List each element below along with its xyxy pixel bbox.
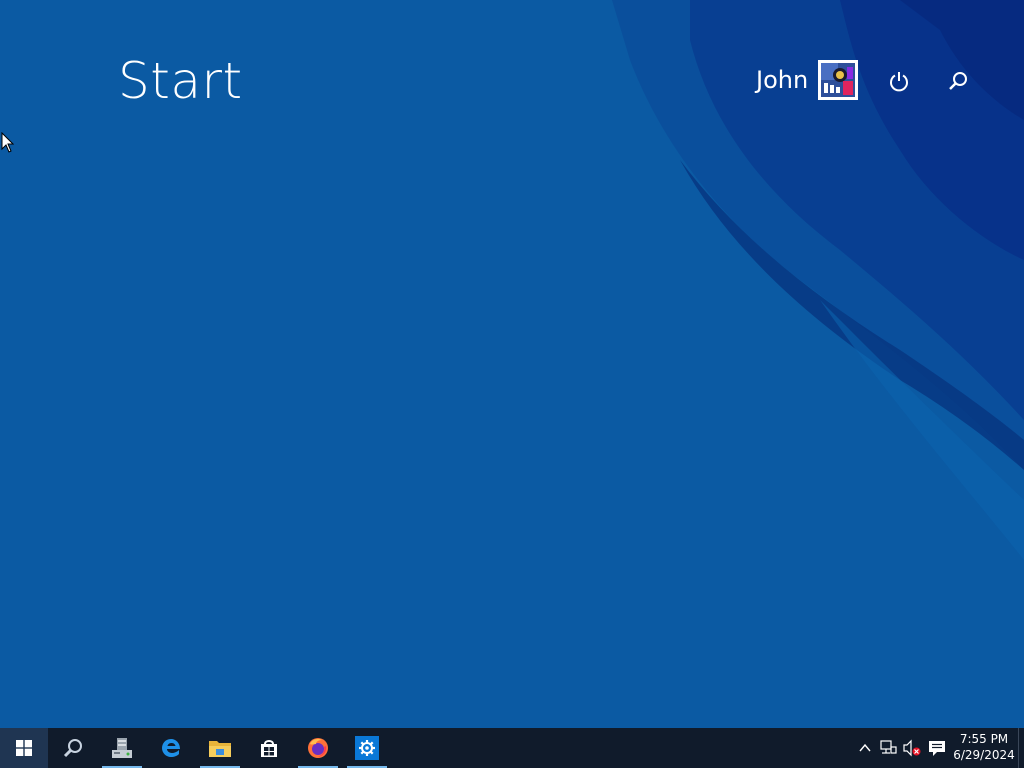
- search-icon: [63, 739, 82, 758]
- firefox-icon: [308, 738, 328, 758]
- desktop-screen: Start John 7:55 PM 6/29/2024: [0, 0, 1024, 768]
- taskbar-firefox[interactable]: [294, 728, 342, 768]
- page-title: Start: [118, 52, 243, 110]
- tray-overflow-button[interactable]: [855, 738, 875, 758]
- volume-muted-icon: [903, 739, 921, 757]
- tray-network-button[interactable]: [878, 738, 898, 758]
- windows-logo-icon: [16, 740, 32, 756]
- tray-volume-button[interactable]: [902, 738, 922, 758]
- action-center-icon: [929, 741, 945, 756]
- taskbar-clock[interactable]: 7:55 PM 6/29/2024: [952, 731, 1016, 763]
- server-manager-icon: [112, 738, 132, 758]
- taskbar-settings[interactable]: [343, 728, 391, 768]
- gear-icon: [355, 736, 379, 760]
- taskbar-file-explorer[interactable]: [196, 728, 244, 768]
- taskbar-search-button[interactable]: [49, 728, 97, 768]
- avatar: [818, 60, 859, 100]
- show-desktop-button[interactable]: [1018, 728, 1024, 768]
- chevron-up-icon: [859, 743, 871, 752]
- taskbar-store[interactable]: [245, 728, 293, 768]
- store-icon: [261, 740, 277, 757]
- taskbar-edge[interactable]: [147, 728, 195, 768]
- user-account-button[interactable]: John: [756, 60, 859, 100]
- start-button[interactable]: [0, 728, 48, 768]
- clock-time: 7:55 PM: [959, 732, 1009, 746]
- taskbar-server-manager[interactable]: [98, 728, 146, 768]
- edge-icon: [162, 739, 180, 757]
- user-name: John: [756, 66, 809, 94]
- action-center-button[interactable]: [927, 738, 947, 758]
- network-icon: [880, 740, 897, 754]
- clock-date: 6/29/2024: [953, 748, 1015, 762]
- taskbar: 7:55 PM 6/29/2024: [0, 728, 1024, 768]
- mouse-cursor-icon: [1, 132, 15, 153]
- folder-icon: [209, 741, 231, 757]
- power-icon[interactable]: [884, 66, 914, 96]
- search-icon[interactable]: [943, 66, 973, 96]
